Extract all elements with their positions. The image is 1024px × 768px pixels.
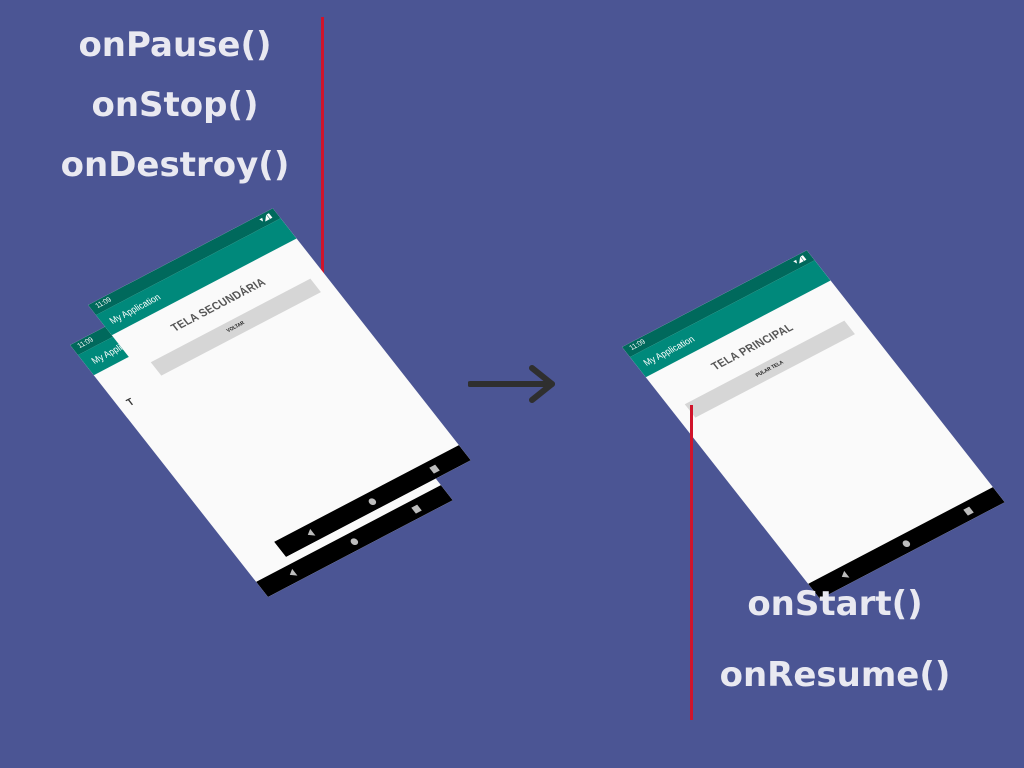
back-icon[interactable]: [305, 528, 316, 539]
nav-bar: [808, 487, 1005, 599]
phone-main: 11:09 ▾◢▮ My Application TELA PRINCIPAL …: [622, 250, 1005, 599]
label-onstop: onStop(): [91, 85, 259, 125]
home-icon[interactable]: [348, 536, 360, 546]
back-icon[interactable]: [839, 570, 850, 581]
recents-icon[interactable]: [428, 464, 440, 474]
label-onresume: onResume(): [719, 655, 951, 695]
phone-main-screen: 11:09 ▾◢▮ My Application TELA PRINCIPAL …: [622, 250, 1005, 599]
recents-icon[interactable]: [962, 506, 974, 516]
back-icon[interactable]: [287, 568, 298, 579]
recents-icon[interactable]: [410, 504, 422, 514]
home-icon[interactable]: [900, 538, 912, 548]
screen-title-stub: T: [124, 396, 137, 409]
label-ondestroy: onDestroy(): [60, 145, 290, 185]
home-icon[interactable]: [366, 496, 378, 506]
label-onstart: onStart(): [747, 584, 923, 624]
label-onpause: onPause(): [78, 25, 272, 65]
right-red-line: [690, 405, 693, 720]
arrow-right-icon: [468, 365, 555, 403]
